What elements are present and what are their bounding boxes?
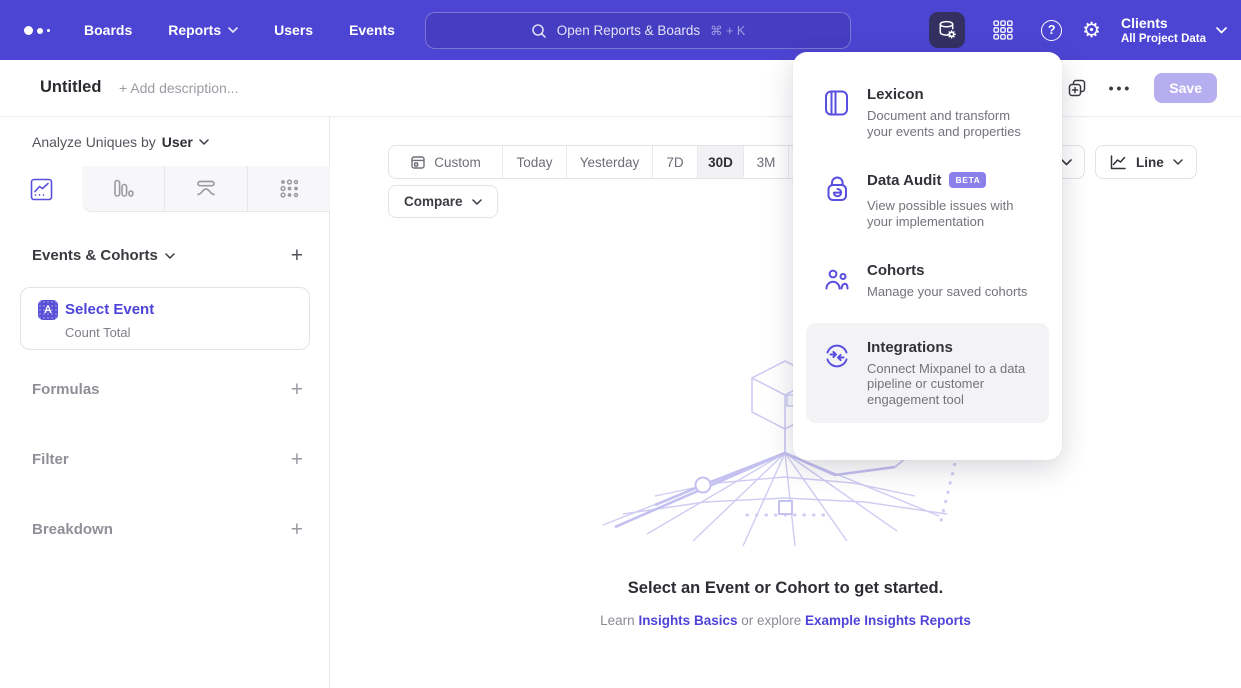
chevron-down-icon	[472, 199, 482, 205]
chevron-down-icon	[228, 27, 238, 33]
line-chart-tab-icon	[30, 178, 53, 201]
dots-grid-tab-icon	[277, 177, 301, 200]
nav-links: Boards Reports Users Events	[84, 0, 395, 60]
top-navbar: Boards Reports Users Events Open Reports…	[0, 0, 1241, 60]
search-placeholder: Open Reports & Boards	[557, 23, 700, 38]
events-cohorts-label[interactable]: Events & Cohorts	[32, 247, 175, 264]
insights-basics-link[interactable]: Insights Basics	[638, 613, 737, 628]
analyze-row: Analyze Uniques by User	[32, 134, 209, 150]
empty-state-title: Select an Event or Cohort to get started…	[330, 579, 1241, 598]
add-filter-button[interactable]: +	[291, 449, 303, 470]
tab-insights-line[interactable]	[0, 166, 82, 212]
chevron-down-icon	[1173, 159, 1183, 165]
nav-reports[interactable]: Reports	[168, 22, 238, 38]
tab-bar-chart[interactable]	[82, 166, 164, 212]
org-name: Clients	[1121, 15, 1206, 31]
date-today[interactable]: Today	[503, 146, 567, 178]
compare-button[interactable]: Compare	[388, 185, 498, 218]
tab-flow-chart[interactable]	[164, 166, 247, 212]
lexicon-book-icon	[822, 88, 852, 118]
events-cohorts-header: Events & Cohorts +	[32, 245, 303, 266]
menu-item-description: View possible issues with your implement…	[867, 198, 1033, 229]
add-formula-button[interactable]: +	[291, 379, 303, 400]
empty-state: Select an Event or Cohort to get started…	[330, 579, 1241, 628]
help-icon[interactable]: ?	[1041, 20, 1062, 41]
menu-item-cohorts[interactable]: Cohorts Manage your saved cohorts	[806, 252, 1049, 310]
formulas-header: Formulas +	[32, 379, 303, 400]
menu-item-title: Integrations	[867, 339, 1033, 356]
database-gear-icon	[936, 19, 958, 41]
apps-grid-button[interactable]	[985, 12, 1021, 48]
mixpanel-logo[interactable]	[24, 26, 50, 35]
integrations-sync-icon	[822, 341, 852, 371]
filter-label: Filter	[32, 451, 69, 468]
date-yesterday[interactable]: Yesterday	[567, 146, 653, 178]
chevron-down-icon	[1061, 159, 1072, 166]
date-custom[interactable]: Custom	[389, 146, 503, 178]
chevron-down-icon	[199, 139, 209, 145]
menu-item-integrations[interactable]: Integrations Connect Mixpanel to a data …	[806, 323, 1049, 424]
event-badge: A	[38, 300, 58, 320]
example-reports-link[interactable]: Example Insights Reports	[805, 613, 971, 628]
menu-item-data-audit[interactable]: Data AuditBETA View possible issues with…	[806, 162, 1049, 239]
grid-icon	[992, 19, 1014, 41]
cohorts-people-icon	[822, 264, 852, 294]
report-title[interactable]: Untitled	[40, 78, 101, 97]
main-content: Custom Today Yesterday 7D 30D 3M 6M Comp…	[330, 117, 1241, 688]
select-event-label[interactable]: Select Event	[65, 301, 154, 318]
formulas-label: Formulas	[32, 381, 100, 398]
data-management-menu: Lexicon Document and transform your even…	[793, 52, 1062, 460]
nav-boards[interactable]: Boards	[84, 22, 132, 38]
bar-chart-tab-icon	[111, 177, 135, 200]
save-button[interactable]: Save	[1154, 73, 1217, 103]
chart-type-button[interactable]: Line	[1095, 145, 1197, 179]
report-description-placeholder[interactable]: + Add description...	[119, 80, 238, 96]
nav-events[interactable]: Events	[349, 22, 395, 38]
menu-item-title: Cohorts	[867, 262, 1027, 279]
flow-tab-icon	[194, 177, 218, 200]
filter-header: Filter +	[32, 449, 303, 470]
project-name: All Project Data	[1121, 33, 1206, 45]
line-chart-icon	[1109, 154, 1127, 171]
menu-item-description: Connect Mixpanel to a data pipeline or c…	[867, 361, 1033, 408]
nav-users[interactable]: Users	[274, 22, 313, 38]
data-audit-icon	[822, 174, 852, 204]
chevron-down-icon	[165, 253, 175, 259]
chart-type-tabs	[0, 166, 330, 212]
breakdown-label: Breakdown	[32, 521, 113, 538]
chevron-down-icon	[1216, 27, 1227, 34]
add-breakdown-button[interactable]: +	[291, 519, 303, 540]
more-options-icon[interactable]: •••	[1109, 80, 1133, 96]
calendar-icon	[410, 154, 426, 170]
data-management-button[interactable]	[929, 12, 965, 48]
menu-item-title: Lexicon	[867, 86, 1033, 103]
event-card[interactable]: A Select Event Count Total	[20, 287, 310, 350]
menu-item-lexicon[interactable]: Lexicon Document and transform your even…	[806, 76, 1049, 149]
breakdown-header: Breakdown +	[32, 519, 303, 540]
beta-badge: BETA	[949, 172, 986, 188]
search-shortcut: ⌘ + K	[710, 23, 745, 38]
date-3m[interactable]: 3M	[744, 146, 789, 178]
global-search[interactable]: Open Reports & Boards ⌘ + K	[425, 12, 851, 49]
add-event-button[interactable]: +	[291, 245, 303, 266]
empty-state-subtitle: Learn Insights Basics or explore Example…	[330, 613, 1241, 628]
menu-item-description: Manage your saved cohorts	[867, 284, 1027, 300]
project-selector[interactable]: Clients All Project Data	[1121, 15, 1227, 45]
menu-item-title: Data AuditBETA	[867, 172, 1033, 189]
date-7d[interactable]: 7D	[653, 146, 698, 178]
analyze-label: Analyze Uniques by	[32, 134, 156, 150]
tab-metrics-grid[interactable]	[247, 166, 330, 212]
analyze-value-dropdown[interactable]: User	[162, 134, 209, 150]
settings-gear-icon[interactable]: ⚙	[1082, 20, 1101, 41]
menu-item-description: Document and transform your events and p…	[867, 108, 1033, 139]
query-sidebar: Analyze Uniques by User	[0, 117, 330, 688]
date-30d[interactable]: 30D	[698, 146, 744, 178]
navbar-right: ? ⚙ Clients All Project Data	[929, 0, 1227, 60]
search-icon	[531, 23, 547, 39]
duplicate-icon[interactable]	[1067, 78, 1087, 98]
count-total-label[interactable]: Count Total	[65, 325, 131, 340]
